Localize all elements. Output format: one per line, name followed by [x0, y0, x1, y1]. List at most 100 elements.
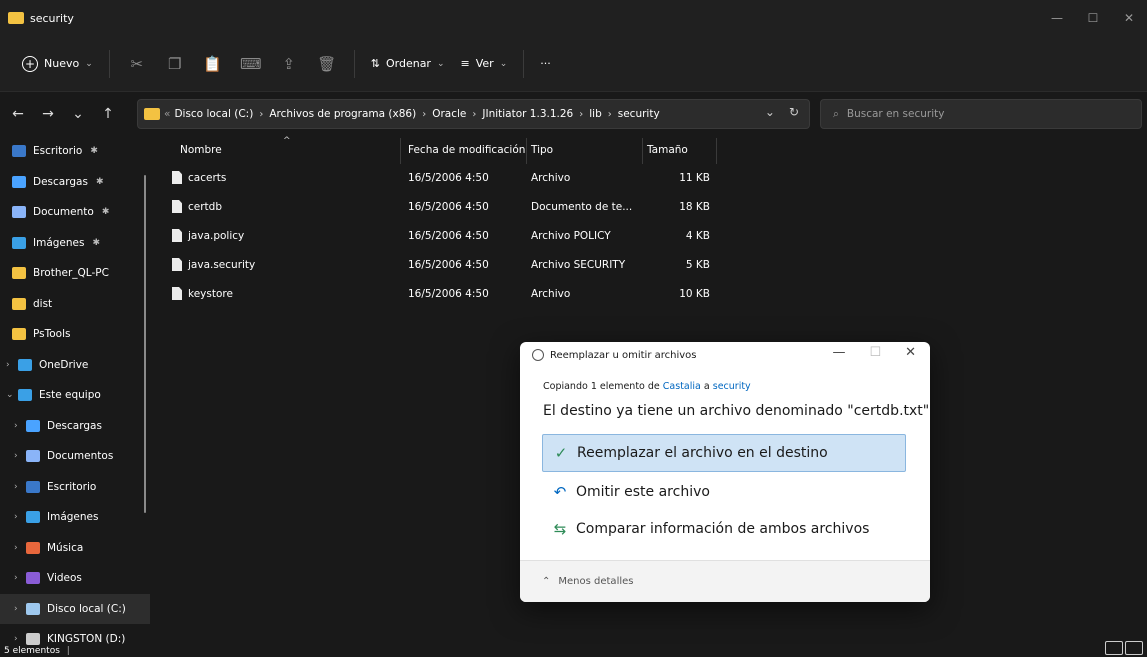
sidebar-scrollbar[interactable]: [144, 175, 146, 513]
recent-chevron-icon[interactable]: ⌄: [66, 102, 90, 126]
pc-icon: [18, 389, 32, 402]
toolbar-divider: [523, 49, 525, 78]
chevron-right-icon[interactable]: ›: [472, 109, 476, 120]
file-row[interactable]: keystore 16/5/2006 4:50 Archivo 10 KB: [160, 281, 720, 310]
sidebar-item[interactable]: Descargas ✱: [0, 167, 150, 198]
copy-source-link[interactable]: Castalia: [663, 381, 701, 392]
column-header-modified[interactable]: Fecha de modificación: [408, 144, 525, 156]
file-row[interactable]: certdb 16/5/2006 4:50 Documento de te... 18…: [160, 194, 720, 223]
column-header-name[interactable]: Nombre: [180, 144, 222, 156]
chevron-right-icon[interactable]: ›: [259, 109, 263, 120]
chevron-right-icon[interactable]: ›: [14, 634, 18, 644]
drive-icon: [26, 602, 40, 615]
view-button[interactable]: ≡ Ver ⌄: [453, 51, 516, 76]
file-row[interactable]: java.security 16/5/2006 4:50 Archivo SECUR…: [160, 252, 720, 281]
address-history-chevron-icon[interactable]: ⌄: [765, 105, 775, 119]
dialog-close-button[interactable]: ✕: [905, 345, 916, 360]
up-arrow-icon[interactable]: ↑: [96, 102, 120, 126]
sidebar-item[interactable]: › Documentos: [0, 441, 150, 472]
chevron-right-icon[interactable]: ›: [579, 109, 583, 120]
sidebar-item[interactable]: › Disco local (C:): [0, 593, 150, 624]
chevron-right-icon[interactable]: ›: [6, 360, 10, 370]
delete-icon[interactable]: 🗑: [311, 48, 343, 80]
sidebar-item[interactable]: › Música: [0, 533, 150, 564]
sidebar-item[interactable]: › Escritorio: [0, 472, 150, 503]
breadcrumb-item[interactable]: lib: [589, 108, 602, 120]
toolbar-divider: [108, 49, 110, 78]
file-type: Archivo POLICY: [531, 230, 611, 242]
chevron-right-icon[interactable]: ›: [14, 421, 18, 431]
new-button[interactable]: + Nuevo ⌄: [14, 50, 101, 78]
address-bar[interactable]: « Disco local (C:) › Archivos de program…: [137, 99, 810, 129]
copy-destination-link[interactable]: security: [713, 381, 751, 392]
sidebar-item[interactable]: › Videos: [0, 563, 150, 594]
file-name: java.security: [188, 259, 256, 271]
pin-icon[interactable]: ✱: [102, 207, 110, 217]
cut-icon[interactable]: ✂: [121, 48, 153, 80]
chevron-right-icon[interactable]: ›: [14, 451, 18, 461]
forward-arrow-icon[interactable]: →: [36, 102, 60, 126]
file-name: java.policy: [188, 230, 245, 242]
breadcrumb-item[interactable]: Disco local (C:): [174, 108, 253, 120]
replace-file-button[interactable]: ✓ Reemplazar el archivo en el destino: [542, 434, 906, 472]
sidebar-item[interactable]: PsTools: [0, 319, 150, 350]
sidebar-item[interactable]: › Descargas: [0, 411, 150, 442]
paste-icon[interactable]: 📋: [197, 48, 229, 80]
chevron-right-icon[interactable]: ›: [14, 573, 18, 583]
copy-icon[interactable]: ❐: [159, 48, 191, 80]
chevron-right-icon[interactable]: ›: [608, 109, 612, 120]
sidebar-item[interactable]: Documento ✱: [0, 197, 150, 228]
chevron-right-icon[interactable]: ›: [14, 512, 18, 522]
chevron-right-icon[interactable]: ›: [14, 543, 18, 553]
chevron-right-icon[interactable]: ›: [14, 604, 18, 614]
breadcrumb-item[interactable]: Oracle: [432, 108, 466, 120]
file-row[interactable]: java.policy 16/5/2006 4:50 Archivo POLICY 4…: [160, 223, 720, 252]
close-button[interactable]: ✕: [1111, 0, 1147, 36]
column-header-size[interactable]: Tamaño: [647, 144, 688, 156]
desktop-icon: [26, 480, 40, 493]
breadcrumb-item[interactable]: security: [618, 108, 660, 120]
sidebar-item[interactable]: Brother_QL-PC: [0, 258, 150, 289]
column-divider[interactable]: [526, 138, 527, 164]
item-count: 5 elementos: [4, 646, 60, 656]
sidebar-item[interactable]: › OneDrive: [0, 350, 150, 381]
column-divider[interactable]: [642, 138, 643, 164]
pin-icon[interactable]: ✱: [90, 146, 98, 156]
chevron-down-icon[interactable]: ⌄: [6, 390, 14, 400]
fewer-details-toggle[interactable]: ⌃ Menos detalles: [520, 560, 930, 602]
compare-files-button[interactable]: ⇆ Comparar información de ambos archivos: [542, 510, 906, 548]
music-icon: [26, 541, 40, 554]
sidebar-item[interactable]: dist: [0, 289, 150, 320]
column-header-type[interactable]: Tipo: [531, 144, 553, 156]
chevron-right-icon[interactable]: ›: [14, 482, 18, 492]
details-view-icon[interactable]: [1105, 641, 1123, 655]
skip-file-button[interactable]: ↶ Omitir este archivo: [542, 473, 906, 511]
pin-icon[interactable]: ✱: [92, 238, 100, 248]
dialog-minimize-button[interactable]: —: [832, 345, 845, 360]
file-row[interactable]: cacerts 16/5/2006 4:50 Archivo 11 KB: [160, 165, 720, 194]
share-icon[interactable]: ⇪: [273, 48, 305, 80]
pin-icon[interactable]: ✱: [96, 177, 104, 187]
search-box[interactable]: ⌕: [820, 99, 1142, 129]
back-arrow-icon[interactable]: ←: [6, 102, 30, 126]
sidebar-item[interactable]: ⌄ Este equipo: [0, 380, 150, 411]
sidebar-item[interactable]: Imágenes ✱: [0, 228, 150, 259]
copy-mid: a: [703, 381, 710, 392]
sort-button[interactable]: ⇅ Ordenar ⌄: [363, 51, 453, 76]
chevron-right-icon[interactable]: ›: [422, 109, 426, 120]
file-size: 5 KB: [685, 259, 710, 271]
tiles-view-icon[interactable]: [1125, 641, 1143, 655]
rename-icon[interactable]: ⌨: [235, 48, 267, 80]
breadcrumb-item[interactable]: JInitiator 1.3.1.26: [482, 108, 573, 120]
breadcrumb-overflow[interactable]: «: [164, 108, 170, 120]
search-input[interactable]: [846, 108, 1117, 120]
maximize-button[interactable]: ☐: [1075, 0, 1111, 36]
minimize-button[interactable]: —: [1039, 0, 1075, 36]
column-divider[interactable]: [716, 138, 717, 164]
more-options-button[interactable]: ···: [532, 51, 559, 76]
sidebar-item[interactable]: Escritorio ✱: [0, 136, 150, 167]
column-divider[interactable]: [400, 138, 401, 164]
refresh-icon[interactable]: ↻: [789, 105, 799, 119]
breadcrumb-item[interactable]: Archivos de programa (x86): [269, 108, 416, 120]
sidebar-item[interactable]: › Imágenes: [0, 502, 150, 533]
